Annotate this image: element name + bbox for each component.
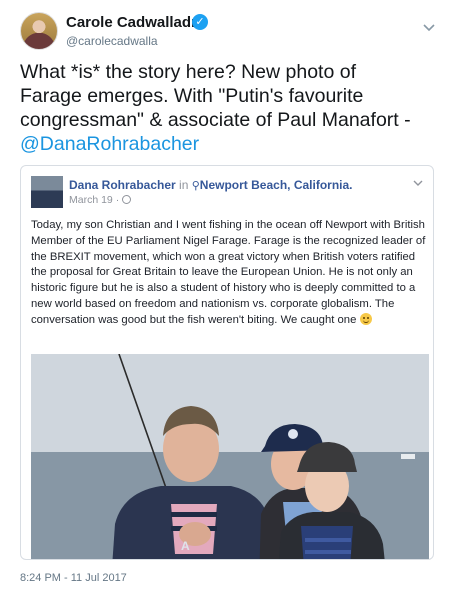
- tweet-body: What *is* the story here? New photo of F…: [20, 61, 411, 131]
- post-chevron-down-icon[interactable]: [413, 178, 423, 191]
- post-author-line: Dana Rohrabacher in ⚲Newport Beach, Cali…: [69, 178, 353, 192]
- post-author-avatar[interactable]: [31, 176, 63, 208]
- globe-icon: [122, 195, 132, 204]
- smiley-emoji-icon: [359, 312, 372, 325]
- location-pin-icon: ⚲: [191, 180, 200, 192]
- post-in-label: in: [179, 178, 189, 192]
- post-location[interactable]: Newport Beach, California.: [200, 178, 353, 192]
- author-avatar[interactable]: [20, 12, 58, 50]
- author-name[interactable]: Carole Cadwalladr: [66, 14, 197, 31]
- post-body: Today, my son Christian and I went fishi…: [31, 219, 426, 326]
- chevron-down-icon[interactable]: [422, 20, 436, 34]
- verified-badge-icon: ✓: [192, 14, 208, 30]
- post-meta: March 19 ·: [69, 194, 132, 206]
- embedded-facebook-post[interactable]: Dana Rohrabacher in ⚲Newport Beach, Cali…: [20, 165, 434, 560]
- tweet-card: Carole Cadwalladr ✓ @carolecadwalla What…: [0, 0, 454, 600]
- meta-separator: ·: [115, 194, 120, 206]
- shirt-lettering: A: [181, 539, 190, 553]
- tweet-timestamp[interactable]: 8:24 PM - 11 Jul 2017: [20, 572, 127, 584]
- author-handle[interactable]: @carolecadwalla: [66, 34, 158, 48]
- post-date[interactable]: March 19: [69, 194, 113, 206]
- post-text: Today, my son Christian and I went fishi…: [31, 218, 429, 329]
- tweet-text: What *is* the story here? New photo of F…: [20, 60, 440, 156]
- post-author-name[interactable]: Dana Rohrabacher: [69, 178, 176, 192]
- post-photo[interactable]: A: [31, 354, 429, 559]
- mention-link[interactable]: @DanaRohrabacher: [20, 133, 199, 155]
